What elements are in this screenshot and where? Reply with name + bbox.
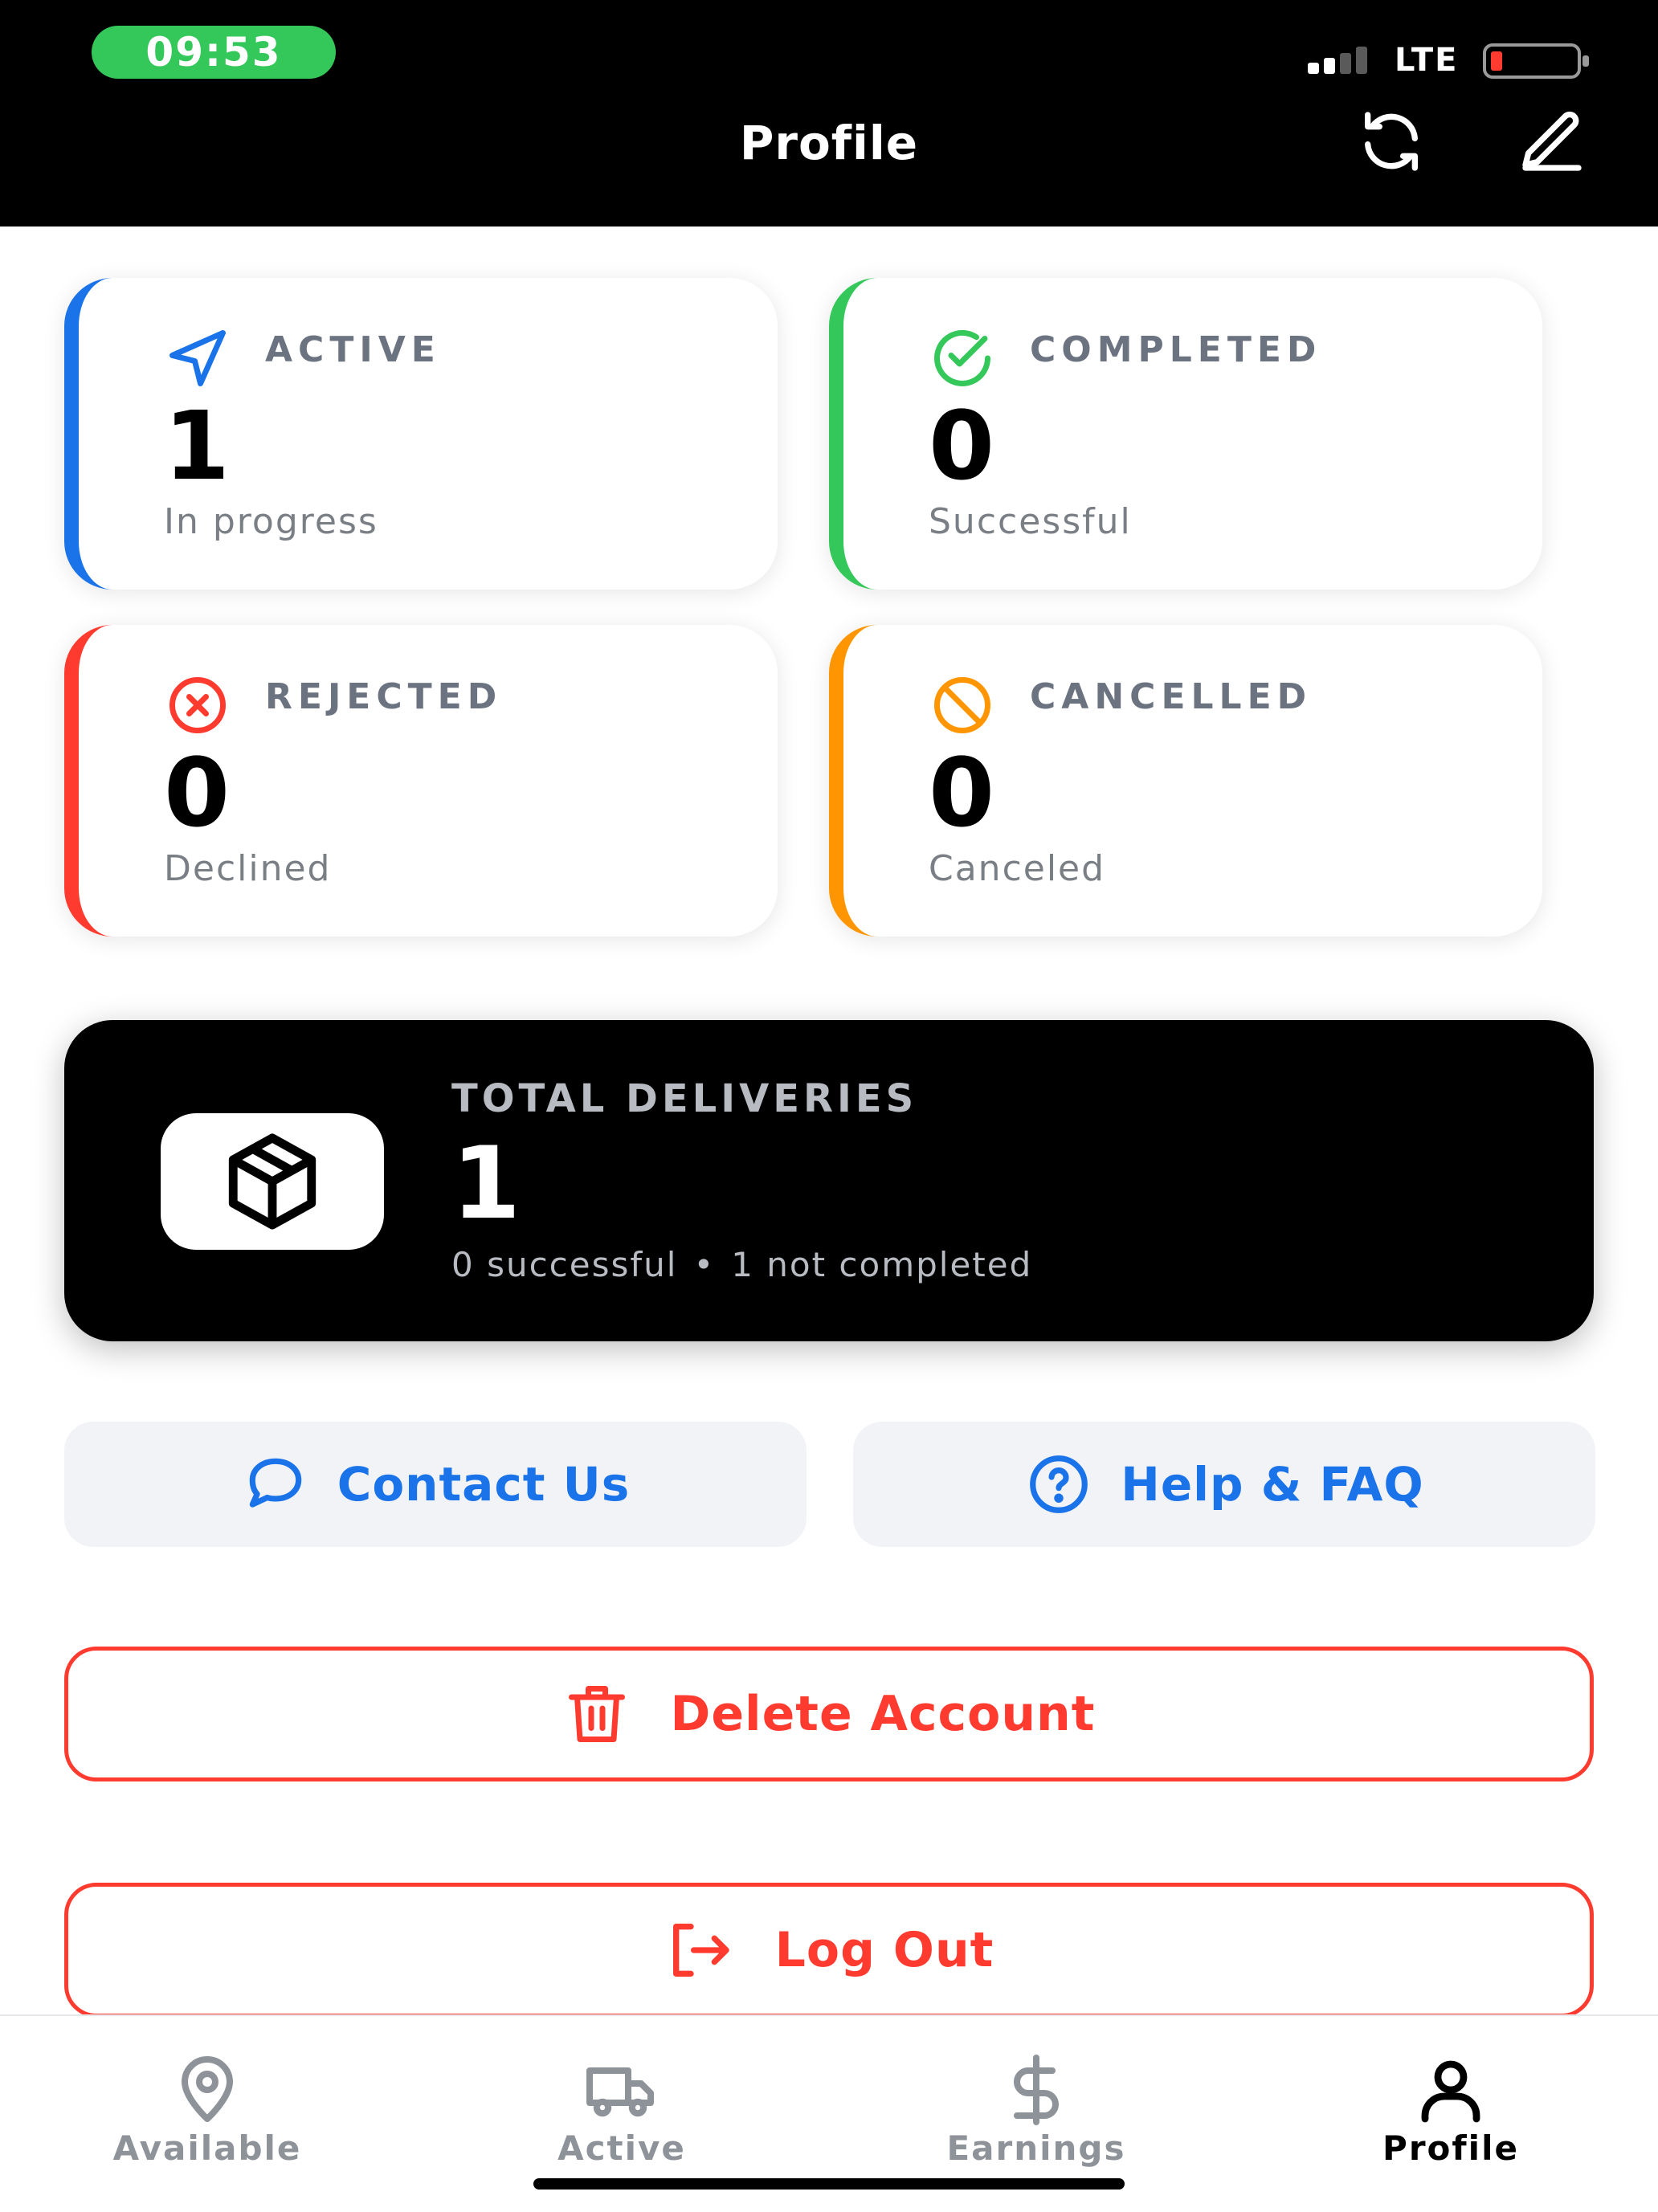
- app-header: 09:53 LTE Profile: [0, 0, 1658, 227]
- active-label: ACTIVE: [265, 329, 441, 370]
- delete-account-button[interactable]: Delete Account: [64, 1647, 1594, 1781]
- pencil-icon: [1522, 111, 1582, 171]
- cancelled-stat-card[interactable]: CANCELLED 0 Canceled: [829, 625, 1542, 937]
- home-indicator: [533, 2178, 1125, 2190]
- tab-available-label: Available: [112, 2128, 302, 2168]
- tab-active-label: Active: [557, 2128, 686, 2168]
- refresh-icon: [1365, 112, 1418, 171]
- refresh-button[interactable]: [1353, 103, 1430, 180]
- signal-icon: [1308, 47, 1367, 74]
- completed-label: COMPLETED: [1030, 329, 1322, 370]
- log-out-label: Log Out: [774, 1922, 994, 1978]
- completed-count: 0: [929, 390, 995, 501]
- rejected-label: REJECTED: [265, 676, 503, 717]
- user-icon: [1421, 2060, 1480, 2123]
- trash-icon: [568, 1686, 625, 1742]
- delete-account-label: Delete Account: [670, 1686, 1096, 1742]
- tab-available[interactable]: Available: [0, 2016, 414, 2193]
- not-completed-count-text: 1 not completed: [731, 1245, 1033, 1284]
- rejected-sub: Declined: [164, 848, 332, 889]
- battery-icon: [1483, 43, 1589, 79]
- cancelled-sub: Canceled: [929, 848, 1106, 889]
- check-circle-icon: [934, 329, 990, 386]
- navigation-arrow-icon: [169, 330, 226, 386]
- completed-stat-card[interactable]: COMPLETED 0 Successful: [829, 278, 1542, 590]
- location-pin-icon: [182, 2056, 233, 2122]
- package-icon-box: [161, 1113, 384, 1250]
- truck-icon: [586, 2067, 654, 2117]
- rejected-count: 0: [164, 737, 231, 848]
- dollar-icon: [1014, 2055, 1059, 2125]
- status-time: 09:53: [92, 26, 336, 79]
- edit-button[interactable]: [1513, 103, 1591, 180]
- network-type: LTE: [1395, 42, 1459, 79]
- total-breakdown: 0 successful • 1 not completed: [451, 1245, 1032, 1284]
- tab-earnings[interactable]: Earnings: [829, 2016, 1244, 2193]
- tab-earnings-label: Earnings: [946, 2128, 1126, 2168]
- total-deliveries-card: TOTAL DELIVERIES 1 0 successful • 1 not co…: [64, 1020, 1594, 1341]
- tab-profile-label: Profile: [1382, 2128, 1519, 2168]
- active-count: 1: [164, 390, 231, 501]
- total-label: TOTAL DELIVERIES: [451, 1076, 918, 1121]
- log-out-button[interactable]: Log Out: [64, 1883, 1594, 2018]
- total-count: 1: [451, 1126, 521, 1242]
- separator-dot: •: [693, 1245, 716, 1284]
- active-stat-card[interactable]: ACTIVE 1 In progress: [64, 278, 778, 590]
- tab-profile[interactable]: Profile: [1244, 2016, 1658, 2193]
- tab-active[interactable]: Active: [414, 2016, 829, 2193]
- contact-us-button[interactable]: Contact Us: [64, 1422, 807, 1547]
- ban-icon: [934, 677, 990, 733]
- chat-bubble-icon: [249, 1458, 301, 1508]
- completed-sub: Successful: [929, 501, 1132, 542]
- logout-icon: [672, 1924, 729, 1977]
- x-circle-icon: [169, 677, 226, 733]
- successful-count-text: 0 successful: [451, 1245, 678, 1284]
- question-circle-icon: [1030, 1455, 1088, 1513]
- cancelled-count: 0: [929, 737, 995, 848]
- cancelled-label: CANCELLED: [1030, 676, 1313, 717]
- package-icon: [228, 1133, 316, 1230]
- contact-us-label: Contact Us: [337, 1457, 631, 1512]
- help-faq-label: Help & FAQ: [1121, 1457, 1424, 1512]
- help-faq-button[interactable]: Help & FAQ: [853, 1422, 1595, 1547]
- rejected-stat-card[interactable]: REJECTED 0 Declined: [64, 625, 778, 937]
- active-sub: In progress: [164, 501, 378, 542]
